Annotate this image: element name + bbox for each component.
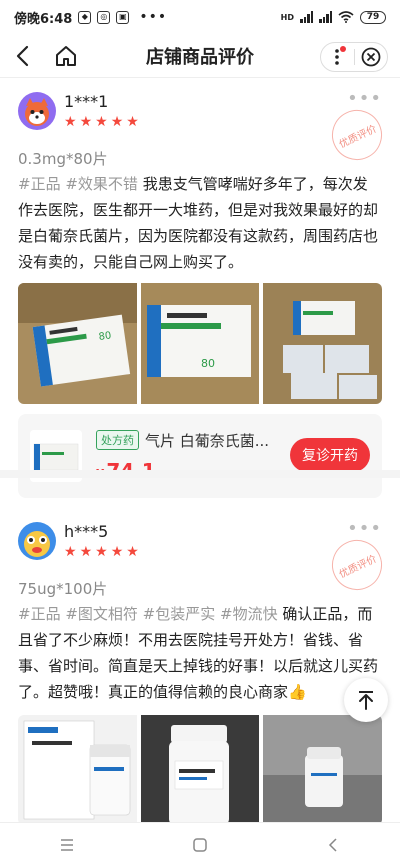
shield-icon: ◆ xyxy=(78,10,92,24)
review-item: h***5 ★ ★ ★ ★ ★ ••• 优质评价 75ug*100片 #正品 #… xyxy=(0,520,400,825)
battery-indicator: 79 xyxy=(360,10,386,24)
star-icon: ★ xyxy=(110,114,124,130)
product-name: 气片 白葡奈氏菌... xyxy=(145,431,270,450)
signal-icon xyxy=(300,11,313,23)
notification-dot xyxy=(339,46,346,52)
star-icon: ★ xyxy=(126,114,139,130)
close-button[interactable] xyxy=(355,43,388,71)
star-rating: ★ ★ ★ ★ ★ xyxy=(64,545,139,559)
scroll-to-top-button[interactable] xyxy=(344,678,388,722)
chevron-left-icon xyxy=(16,45,29,66)
product-spec: 0.3mg*80片 xyxy=(18,150,108,168)
reviewer-name: 1***1 xyxy=(64,92,109,111)
close-circle-icon xyxy=(361,47,381,67)
network-type: HD xyxy=(280,12,294,22)
menu-icon xyxy=(60,839,73,851)
star-rating: ★ ★ ★ ★ ★ xyxy=(64,115,139,129)
cartoon-avatar-icon xyxy=(18,522,56,560)
arrow-up-icon xyxy=(359,691,373,710)
review-tags: #正品 #效果不错 xyxy=(18,175,138,193)
navigation-bar: 店铺商品评价 xyxy=(0,34,400,78)
star-icon: ★ xyxy=(110,544,124,560)
back-triangle-icon xyxy=(329,838,337,852)
home-icon xyxy=(56,45,76,66)
status-time: 傍晚6:48 xyxy=(14,11,73,27)
review-photo[interactable]: 80 xyxy=(18,283,137,404)
review-photos: 80 80 xyxy=(18,283,383,404)
recent-apps-button[interactable] xyxy=(37,825,97,865)
star-icon: ★ xyxy=(95,114,108,130)
avatar[interactable] xyxy=(18,522,56,560)
avatar[interactable] xyxy=(18,92,56,130)
fox-avatar-icon xyxy=(18,92,56,130)
star-icon: ★ xyxy=(64,544,77,560)
review-photo[interactable] xyxy=(140,715,260,825)
product-spec: 75ug*100片 xyxy=(18,580,108,598)
system-navigation-bar xyxy=(0,822,400,867)
back-system-button[interactable] xyxy=(303,825,363,865)
more-vertical-icon xyxy=(335,49,340,65)
review-text: #正品 #图文相符 #包装严实 #物流快 确认正品，而且省了不少麻烦！不用去医院… xyxy=(18,601,382,705)
star-icon: ★ xyxy=(64,114,77,130)
section-divider xyxy=(0,470,400,478)
square-icon xyxy=(193,838,207,852)
reviewer-name: h***5 xyxy=(64,522,109,541)
star-icon: ★ xyxy=(95,544,108,560)
app-notification-icon: ◎ xyxy=(97,10,111,24)
star-icon: ★ xyxy=(79,544,93,560)
review-tags: #正品 #图文相符 #包装严实 #物流快 xyxy=(18,605,278,623)
mini-program-capsule xyxy=(320,42,388,72)
wifi-icon xyxy=(338,11,354,23)
review-photo[interactable] xyxy=(263,715,383,825)
more-notifications-icon: ••• xyxy=(139,9,168,25)
home-button[interactable] xyxy=(44,34,88,78)
svg-text:80: 80 xyxy=(201,357,215,370)
review-text: #正品 #效果不错 我患支气管哮喘好多年了，每次发作去医院，医生都开一大堆药，但… xyxy=(18,171,382,275)
prescription-badge: 处方药 xyxy=(96,430,139,450)
svg-text:80: 80 xyxy=(98,330,112,343)
home-system-button[interactable] xyxy=(170,825,230,865)
back-button[interactable] xyxy=(0,34,44,78)
renew-prescription-button[interactable]: 复诊开药 xyxy=(290,438,370,472)
more-options-button[interactable]: ••• xyxy=(347,90,382,108)
more-menu-button[interactable] xyxy=(321,43,354,71)
product-card[interactable]: 处方药 气片 白葡奈氏菌... ¥74.1 复诊开药 xyxy=(18,414,382,498)
more-options-button[interactable]: ••• xyxy=(347,520,382,538)
review-photo[interactable] xyxy=(18,715,137,825)
star-icon: ★ xyxy=(126,544,139,560)
status-bar: 傍晚6:48 ◆ ◎ ▣ ••• HD 79 xyxy=(0,0,400,34)
review-photo[interactable]: 80 xyxy=(140,283,260,404)
app-notification-icon: ▣ xyxy=(116,10,130,24)
signal-icon xyxy=(319,11,332,23)
review-photo[interactable] xyxy=(263,283,383,404)
review-photos xyxy=(18,715,383,825)
star-icon: ★ xyxy=(79,114,93,130)
review-item: 1***1 ★ ★ ★ ★ ★ ••• 优质评价 0.3mg*80片 #正品 #… xyxy=(0,90,400,498)
